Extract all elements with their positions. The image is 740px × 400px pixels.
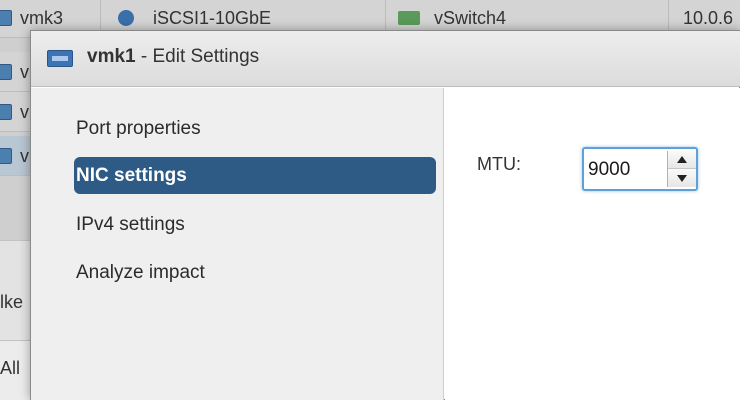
- background-label: All: [0, 358, 21, 378]
- mtu-spinner[interactable]: [582, 147, 698, 191]
- dialog-title-name: vmk1: [87, 46, 136, 67]
- decrement-button[interactable]: [668, 169, 696, 187]
- network-adapter-icon: [0, 10, 12, 26]
- table-cell: v: [20, 146, 29, 166]
- mtu-input[interactable]: [588, 156, 662, 184]
- settings-nav: Port properties NIC settings IPv4 settin…: [31, 88, 444, 400]
- nic-settings-panel: MTU:: [445, 88, 740, 400]
- nav-item-ipv4-settings[interactable]: IPv4 settings: [67, 206, 436, 243]
- port-group-icon: [118, 10, 134, 26]
- mtu-label: MTU:: [477, 154, 521, 174]
- arrow-up-icon: [677, 156, 687, 163]
- network-adapter-icon: [0, 104, 12, 120]
- background-label: lke: [0, 292, 24, 312]
- network-adapter-icon: [0, 148, 12, 164]
- dialog-title: vmk1 - Edit Settings: [87, 46, 259, 68]
- vswitch-icon: [398, 11, 420, 25]
- arrow-down-icon: [677, 175, 687, 182]
- mtu-stepper[interactable]: [667, 151, 696, 187]
- table-cell: v: [20, 62, 29, 82]
- dialog-titlebar[interactable]: vmk1 - Edit Settings: [31, 31, 740, 87]
- dialog-title-suffix: - Edit Settings: [135, 46, 260, 67]
- edit-settings-dialog: vmk1 - Edit Settings Port properties NIC…: [30, 30, 740, 400]
- nav-item-analyze-impact[interactable]: Analyze impact: [67, 254, 436, 291]
- nav-item-nic-settings[interactable]: NIC settings: [74, 157, 436, 194]
- table-cell: v: [20, 102, 29, 122]
- increment-button[interactable]: [668, 151, 696, 169]
- network-adapter-icon: [0, 64, 12, 80]
- nav-item-port-properties[interactable]: Port properties: [67, 110, 436, 147]
- network-adapter-icon: [47, 50, 73, 67]
